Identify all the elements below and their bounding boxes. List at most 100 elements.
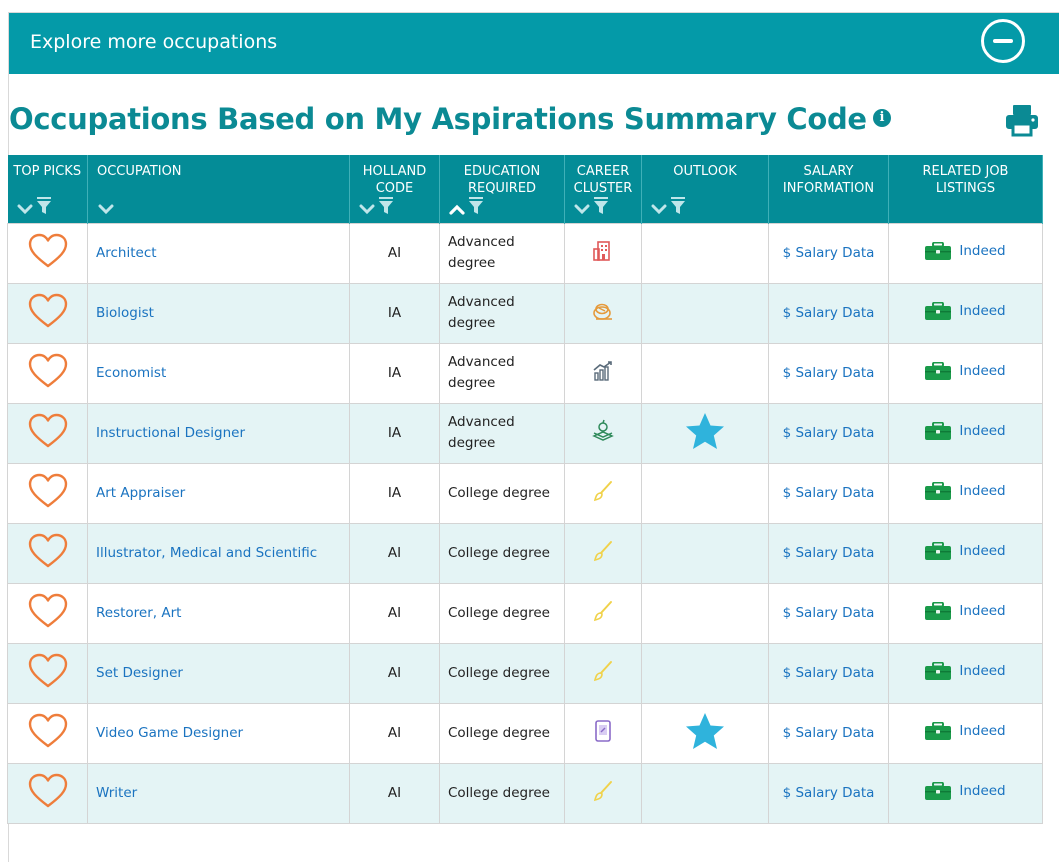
indeed-link-group[interactable]: Indeed	[925, 481, 1006, 500]
collapse-button[interactable]	[981, 19, 1025, 63]
occupation-link[interactable]: Biologist	[96, 305, 154, 321]
sort-chevron-down-icon[interactable]	[651, 203, 667, 215]
finance-icon[interactable]	[591, 359, 615, 383]
sort-filter-controls	[98, 193, 114, 215]
indeed-link-group[interactable]: Indeed	[925, 781, 1006, 800]
sort-chevron-down-icon[interactable]	[98, 203, 114, 215]
filter-funnel-icon[interactable]	[36, 196, 51, 215]
career-cluster-cell	[564, 462, 642, 524]
print-icon[interactable]	[1004, 102, 1040, 138]
sort-chevron-down-icon[interactable]	[17, 203, 33, 215]
occupation-link[interactable]: Writer	[96, 785, 137, 801]
job-listings-cell: Indeed	[888, 582, 1043, 644]
heart-icon[interactable]	[27, 532, 69, 570]
indeed-link-group[interactable]: Indeed	[925, 301, 1006, 320]
occupation-link[interactable]: Economist	[96, 365, 166, 381]
information-technology-icon[interactable]	[591, 719, 615, 743]
indeed-link-group[interactable]: Indeed	[925, 241, 1006, 260]
salary-data-link[interactable]: $ Salary Data	[783, 305, 875, 321]
salary-data-link[interactable]: $ Salary Data	[783, 605, 875, 621]
heart-icon[interactable]	[27, 292, 69, 330]
occupation-cell: Set Designer	[87, 642, 350, 704]
column-header-holland-code[interactable]: HOLLAND CODE	[349, 155, 440, 223]
filter-funnel-icon[interactable]	[379, 196, 393, 215]
architecture-icon[interactable]	[591, 239, 615, 263]
indeed-link-group[interactable]: Indeed	[925, 601, 1006, 620]
occupation-link[interactable]: Video Game Designer	[96, 725, 243, 741]
column-header-outlook[interactable]: OUTLOOK	[641, 155, 769, 223]
info-icon[interactable]: i	[872, 109, 891, 127]
indeed-link-group[interactable]: Indeed	[925, 361, 1006, 380]
arts-icon[interactable]	[591, 479, 615, 503]
salary-data-link[interactable]: $ Salary Data	[783, 485, 875, 501]
job-listings-cell: Indeed	[888, 402, 1043, 464]
indeed-link-group[interactable]: Indeed	[925, 541, 1006, 560]
indeed-link[interactable]: Indeed	[959, 363, 1005, 379]
indeed-link[interactable]: Indeed	[959, 243, 1005, 259]
job-listings-cell: Indeed	[888, 522, 1043, 584]
heart-icon[interactable]	[27, 712, 69, 750]
occupation-link[interactable]: Art Appraiser	[96, 485, 185, 501]
occupation-link[interactable]: Instructional Designer	[96, 425, 245, 441]
salary-cell: $ Salary Data	[768, 762, 889, 824]
outlook-cell	[641, 642, 769, 704]
heart-icon[interactable]	[27, 592, 69, 630]
holland-code: AI	[387, 245, 402, 261]
filter-funnel-icon[interactable]	[594, 196, 608, 215]
sort-chevron-up-icon[interactable]	[449, 203, 465, 215]
sort-chevron-down-icon[interactable]	[574, 203, 590, 215]
agriculture-icon[interactable]	[590, 299, 616, 323]
arts-icon[interactable]	[591, 659, 615, 683]
indeed-link[interactable]: Indeed	[959, 723, 1005, 739]
indeed-link[interactable]: Indeed	[959, 663, 1005, 679]
indeed-link[interactable]: Indeed	[959, 603, 1005, 619]
explore-banner[interactable]: Explore more occupations	[9, 13, 1059, 74]
filter-funnel-icon[interactable]	[671, 196, 685, 215]
occupation-link[interactable]: Restorer, Art	[96, 605, 181, 621]
column-header-top-picks[interactable]: TOP PICKS	[7, 155, 88, 223]
salary-data-link[interactable]: $ Salary Data	[783, 665, 875, 681]
holland-code-cell: AI	[349, 642, 440, 704]
page-title-text: Occupations Based on My Aspirations Summ…	[9, 102, 867, 136]
indeed-link-group[interactable]: Indeed	[925, 421, 1006, 440]
holland-code: AI	[387, 725, 402, 741]
sort-chevron-down-icon[interactable]	[359, 203, 375, 215]
salary-data-link[interactable]: $ Salary Data	[783, 425, 875, 441]
indeed-link[interactable]: Indeed	[959, 543, 1005, 559]
heart-icon[interactable]	[27, 472, 69, 510]
top-pick-cell	[7, 642, 88, 704]
salary-data-link[interactable]: $ Salary Data	[783, 785, 875, 801]
filter-funnel-icon[interactable]	[469, 196, 483, 215]
occupation-link[interactable]: Illustrator, Medical and Scientific	[96, 545, 317, 561]
column-header-career-cluster[interactable]: CAREER CLUSTER	[564, 155, 642, 223]
job-listings-cell: Indeed	[888, 462, 1043, 524]
indeed-link[interactable]: Indeed	[959, 303, 1005, 319]
education-icon[interactable]	[591, 419, 615, 443]
arts-icon[interactable]	[591, 539, 615, 563]
heart-icon[interactable]	[27, 232, 69, 270]
salary-data-link[interactable]: $ Salary Data	[783, 365, 875, 381]
indeed-link[interactable]: Indeed	[959, 483, 1005, 499]
indeed-link[interactable]: Indeed	[959, 423, 1005, 439]
heart-icon[interactable]	[27, 412, 69, 450]
indeed-link-group[interactable]: Indeed	[925, 661, 1006, 680]
heart-icon[interactable]	[27, 352, 69, 390]
heart-icon[interactable]	[27, 772, 69, 810]
heart-icon[interactable]	[27, 652, 69, 690]
career-cluster-cell	[564, 762, 642, 824]
salary-data-link[interactable]: $ Salary Data	[783, 545, 875, 561]
occupation-link[interactable]: Architect	[96, 245, 157, 261]
arts-icon[interactable]	[591, 779, 615, 803]
column-header-salary: SALARY INFORMATION	[768, 155, 889, 223]
salary-data-link[interactable]: $ Salary Data	[783, 245, 875, 261]
occupation-link[interactable]: Set Designer	[96, 665, 183, 681]
arts-icon[interactable]	[591, 599, 615, 623]
occupation-cell: Illustrator, Medical and Scientific	[87, 522, 350, 584]
outlook-cell	[641, 762, 769, 824]
column-header-education[interactable]: EDUCATION REQUIRED	[439, 155, 565, 223]
indeed-link[interactable]: Indeed	[959, 783, 1005, 799]
indeed-link-group[interactable]: Indeed	[925, 721, 1006, 740]
education-required: College degree	[448, 664, 550, 681]
salary-data-link[interactable]: $ Salary Data	[783, 725, 875, 741]
column-header-occupation[interactable]: OCCUPATION	[87, 155, 350, 223]
